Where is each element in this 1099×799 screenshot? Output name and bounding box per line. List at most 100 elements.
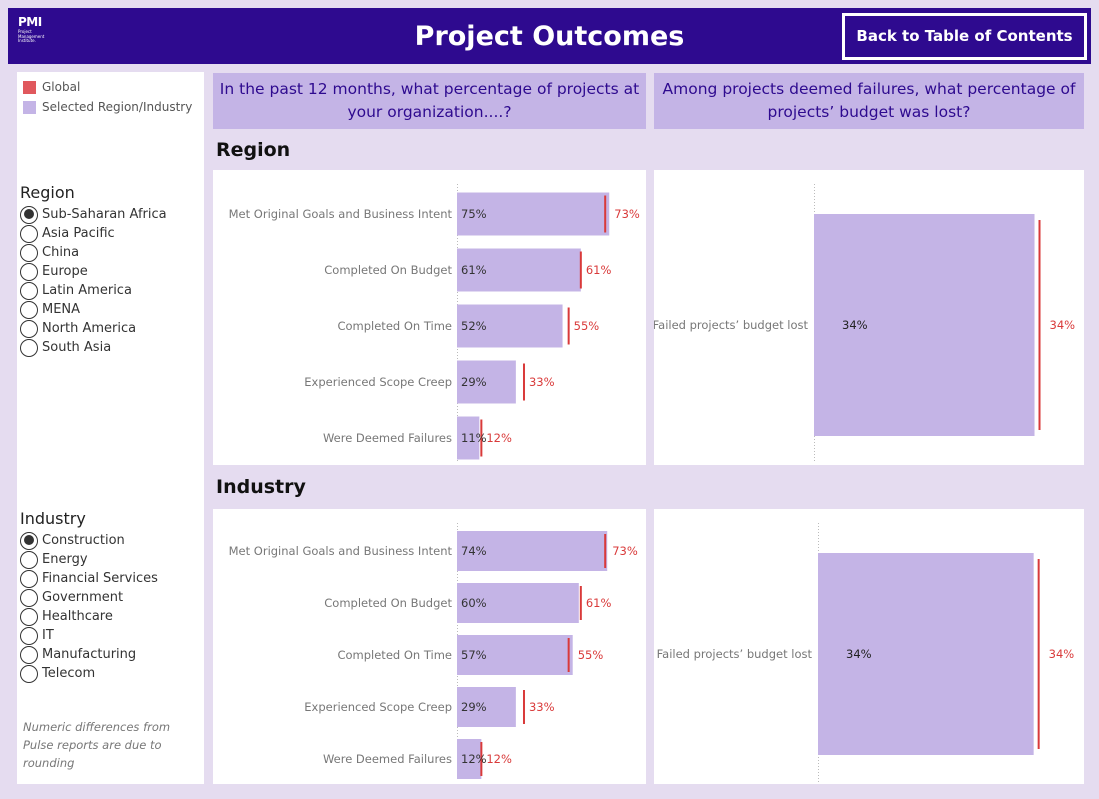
radio-button[interactable] — [20, 531, 38, 550]
category-label: Failed projects’ budget lost — [657, 647, 813, 661]
region-option-south-asia[interactable]: South Asia — [20, 338, 167, 357]
region-option-label: China — [42, 245, 80, 260]
category-label: Failed projects’ budget lost — [654, 318, 808, 332]
industry-option-construction[interactable]: Construction — [20, 531, 158, 550]
global-value-label: 55% — [578, 648, 604, 662]
radio-button[interactable] — [20, 300, 38, 319]
global-value-label: 12% — [486, 752, 512, 766]
region-option-asia-pacific[interactable]: Asia Pacific — [20, 224, 167, 243]
global-value-label: 55% — [574, 319, 600, 333]
region-filter-title: Region — [20, 183, 75, 202]
radio-button[interactable] — [20, 607, 38, 626]
industry-option-label: Telecom — [42, 666, 96, 681]
region-option-label: Europe — [42, 264, 88, 279]
global-marker — [567, 638, 570, 672]
question-left: In the past 12 months, what percentage o… — [213, 73, 646, 129]
radio-button[interactable] — [20, 645, 38, 664]
industry-outcomes-panel: Met Original Goals and Business Intent 74… — [213, 509, 646, 784]
category-label: Were Deemed Failures — [323, 752, 452, 766]
industry-option-label: Manufacturing — [42, 647, 137, 662]
value-label: 34% — [846, 647, 872, 661]
category-label: Completed On Budget — [324, 263, 452, 277]
industry-option-telecom[interactable]: Telecom — [20, 664, 158, 683]
global-swatch — [23, 80, 36, 94]
region-option-europe[interactable]: Europe — [20, 262, 167, 281]
global-value-label: 12% — [486, 431, 512, 445]
global-marker — [604, 534, 607, 568]
region-option-label: North America — [42, 321, 137, 336]
region-option-mena[interactable]: MENA — [20, 300, 167, 319]
global-value-label: 33% — [529, 700, 555, 714]
category-label: Experienced Scope Creep — [304, 700, 452, 714]
region-option-label: Asia Pacific — [42, 226, 115, 241]
category-label: Met Original Goals and Business Intent — [229, 207, 453, 221]
category-label: Completed On Time — [337, 319, 452, 333]
radio-button[interactable] — [20, 262, 38, 281]
region-option-sub-saharan-africa[interactable]: Sub-Saharan Africa — [20, 205, 167, 224]
radio-button[interactable] — [20, 626, 38, 645]
value-label: 29% — [461, 375, 487, 389]
global-marker — [579, 586, 582, 620]
industry-outcomes-chart: Met Original Goals and Business Intent 74… — [229, 523, 638, 780]
global-value-label: 61% — [586, 596, 612, 610]
industry-option-label: Healthcare — [42, 609, 113, 624]
industry-option-healthcare[interactable]: Healthcare — [20, 607, 158, 626]
region-option-latin-america[interactable]: Latin America — [20, 281, 167, 300]
category-label: Met Original Goals and Business Intent — [229, 544, 453, 558]
region-outcomes-panel: Met Original Goals and Business Intent 75… — [213, 170, 646, 465]
global-marker — [604, 195, 607, 233]
region-option-label: South Asia — [42, 340, 112, 355]
rounding-footnote: Numeric differences from Pulse reports a… — [23, 720, 171, 770]
legend-item-selected: Selected Region/Industry — [23, 99, 192, 115]
legend-item-global: Global — [23, 79, 80, 95]
value-label: 60% — [461, 596, 487, 610]
industry-option-financial-services[interactable]: Financial Services — [20, 569, 158, 588]
radio-button[interactable] — [20, 550, 38, 569]
global-marker — [522, 690, 525, 724]
global-value-label: 73% — [612, 544, 638, 558]
header-bar: PMI Project Management Institute. Projec… — [8, 8, 1091, 64]
radio-button[interactable] — [20, 569, 38, 588]
value-label: 12% — [461, 752, 487, 766]
global-value-label: 33% — [529, 375, 555, 389]
region-option-label: Sub-Saharan Africa — [42, 207, 167, 222]
value-label: 29% — [461, 700, 487, 714]
legend-label-global: Global — [42, 80, 81, 94]
back-to-toc-button[interactable]: Back to Table of Contents — [842, 13, 1087, 60]
value-label: 57% — [461, 648, 487, 662]
industry-option-label: Energy — [42, 552, 88, 567]
radio-button[interactable] — [20, 281, 38, 300]
region-budget-chart: Failed projects’ budget lost 34% 34% — [654, 184, 1076, 463]
region-outcomes-chart: Met Original Goals and Business Intent 75… — [229, 184, 640, 461]
global-value-label: 34% — [1050, 318, 1076, 332]
industry-option-it[interactable]: IT — [20, 626, 158, 645]
industry-option-government[interactable]: Government — [20, 588, 158, 607]
value-label: 34% — [842, 318, 868, 332]
radio-button[interactable] — [20, 243, 38, 262]
radio-button[interactable] — [20, 338, 38, 357]
industry-budget-panel: Failed projects’ budget lost 34% 34% — [654, 509, 1084, 784]
value-label: 61% — [461, 263, 487, 277]
section-title-region: Region — [216, 139, 291, 161]
industry-option-energy[interactable]: Energy — [20, 550, 158, 569]
category-label: Completed On Time — [337, 648, 452, 662]
radio-button[interactable] — [20, 664, 38, 683]
global-value-label: 34% — [1049, 647, 1075, 661]
section-title-industry: Industry — [216, 476, 306, 498]
radio-button[interactable] — [20, 588, 38, 607]
industry-option-manufacturing[interactable]: Manufacturing — [20, 645, 158, 664]
radio-button[interactable] — [20, 205, 38, 224]
value-label: 52% — [461, 319, 487, 333]
category-label: Completed On Budget — [324, 596, 452, 610]
region-radio-list: Sub-Saharan Africa Asia Pacific China Europ… — [20, 205, 167, 357]
radio-button[interactable] — [20, 319, 38, 338]
radio-button[interactable] — [20, 224, 38, 243]
industry-option-label: Government — [42, 590, 124, 605]
region-option-north-america[interactable]: North America — [20, 319, 167, 338]
region-option-label: MENA — [42, 302, 81, 317]
value-label: 75% — [461, 207, 487, 221]
industry-budget-chart: Failed projects’ budget lost 34% 34% — [657, 523, 1075, 782]
region-option-label: Latin America — [42, 283, 132, 298]
global-marker — [1038, 220, 1041, 430]
region-option-china[interactable]: China — [20, 243, 167, 262]
